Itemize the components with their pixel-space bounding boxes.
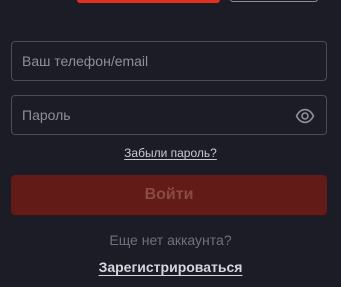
register-row: Зарегистрироваться (0, 259, 341, 275)
register-link[interactable]: Зарегистрироваться (99, 259, 243, 275)
login-page: Забыли пароль? Войти Еще нет аккаунта? З… (0, 0, 341, 287)
eye-icon[interactable] (295, 108, 315, 124)
password-field[interactable] (11, 95, 327, 135)
login-button[interactable]: Войти (11, 175, 327, 215)
password-input[interactable] (12, 96, 326, 134)
register-tab[interactable] (230, 0, 318, 2)
forgot-password-link[interactable]: Забыли пароль? (124, 146, 217, 160)
forgot-password-row: Забыли пароль? (0, 146, 341, 160)
no-account-text: Еще нет аккаунта? (109, 232, 232, 248)
phone-email-input[interactable] (12, 42, 326, 80)
phone-email-field[interactable] (11, 41, 327, 81)
login-tab[interactable] (77, 0, 220, 3)
